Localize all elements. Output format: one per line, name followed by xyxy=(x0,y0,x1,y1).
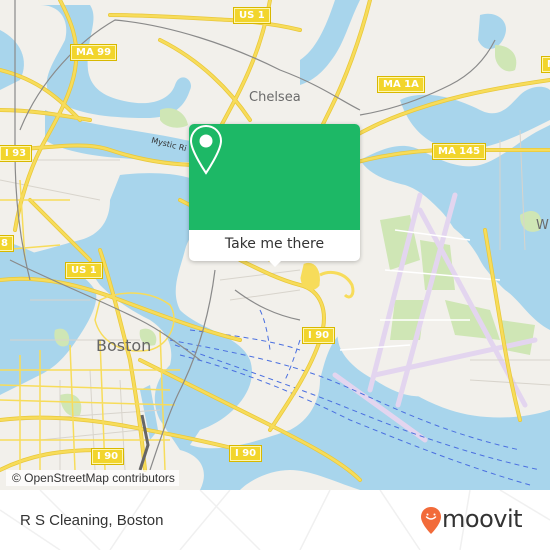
location-popup: Take me there xyxy=(189,124,360,267)
place-name: R S Cleaning, Boston xyxy=(20,512,164,529)
footer-bar: R S Cleaning, Boston moovit xyxy=(0,490,550,550)
route-shield-ma145: MA 145 xyxy=(431,143,487,160)
moovit-wordmark: moovit xyxy=(442,505,523,533)
route-shield-i93: I 93 xyxy=(0,145,33,162)
location-pin-icon xyxy=(189,124,223,175)
route-shield-partial-right: M xyxy=(541,56,550,73)
place-label-chelsea: Chelsea xyxy=(249,90,301,105)
airport-interchange xyxy=(300,262,355,299)
map-view[interactable]: Chelsea Boston W Mystic Ri US 1 MA 99 MA… xyxy=(0,0,550,490)
route-shield-i90-airport: I 90 xyxy=(301,327,336,344)
route-shield-ma1a: MA 1A xyxy=(377,76,425,93)
map-attribution[interactable]: © OpenStreetMap contributors xyxy=(6,470,179,486)
popup-header xyxy=(189,124,360,230)
route-shield-us1-downtown: US 1 xyxy=(65,262,103,279)
moovit-pin-icon xyxy=(421,507,441,534)
place-label-winthrop: W xyxy=(536,218,549,233)
route-shield-i90-seaport: I 90 xyxy=(228,445,263,462)
route-shield-ma99: MA 99 xyxy=(69,44,118,61)
take-me-there-button[interactable]: Take me there xyxy=(189,230,360,261)
route-shield-i90-south: I 90 xyxy=(90,448,125,465)
route-shield-us1: US 1 xyxy=(233,7,271,24)
route-shield-partial: 8 xyxy=(0,235,14,252)
place-label-boston: Boston xyxy=(96,336,152,355)
popup-pointer xyxy=(268,260,282,267)
